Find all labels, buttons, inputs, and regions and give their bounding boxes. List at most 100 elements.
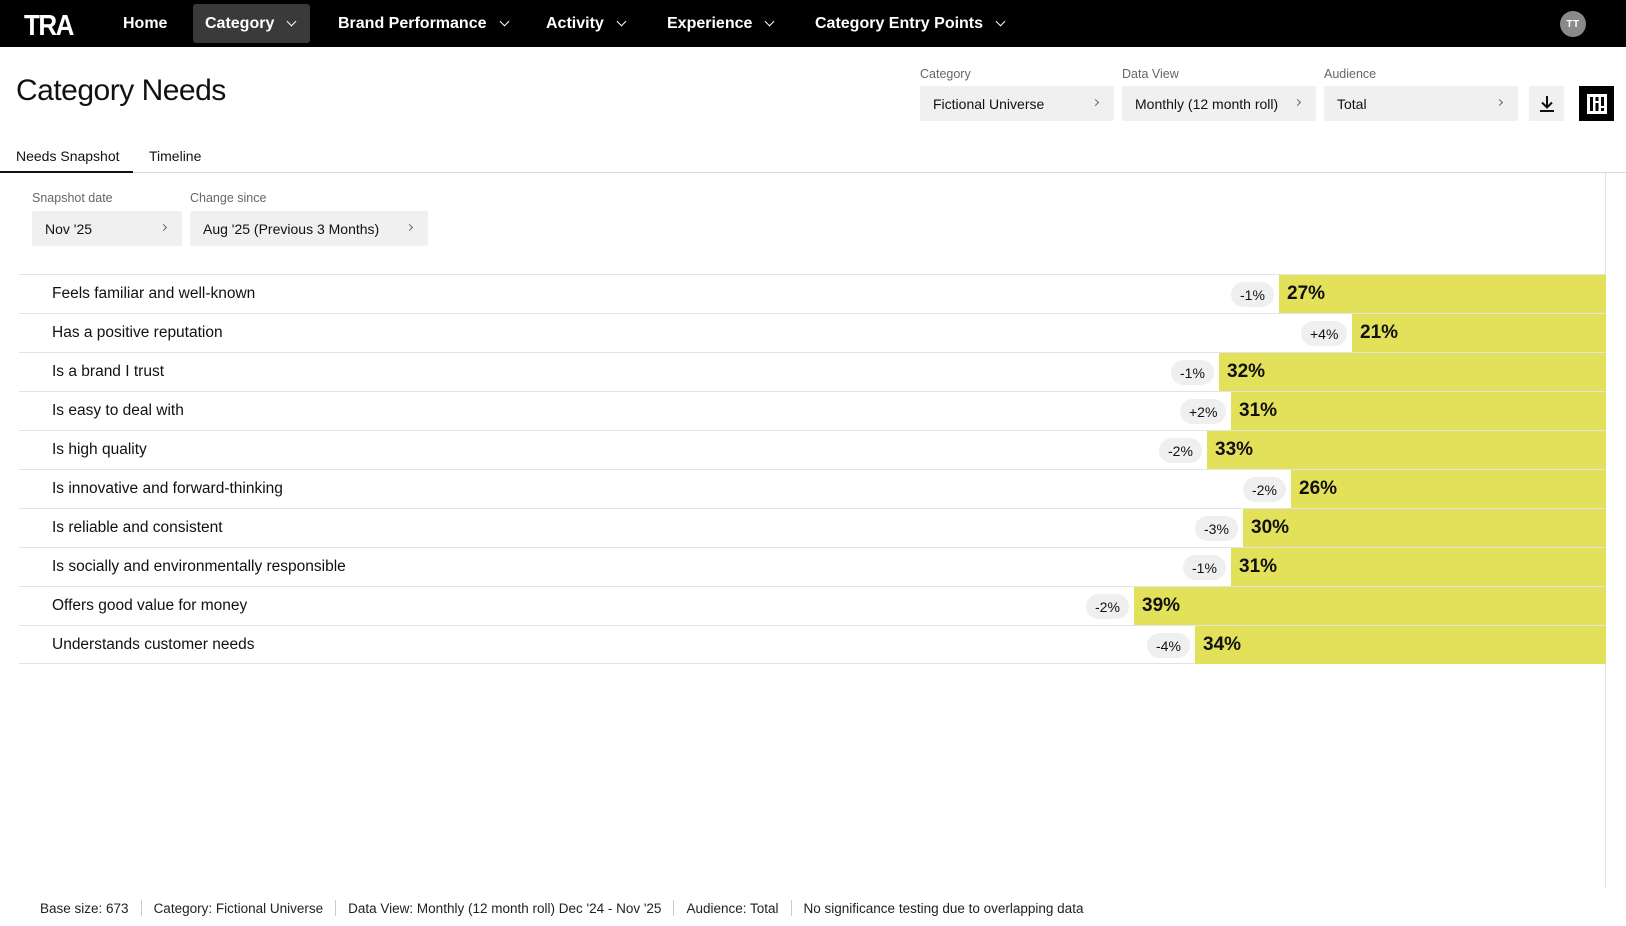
chevron-right-icon xyxy=(1495,98,1504,107)
need-row: Understands customer needs -4% 34% xyxy=(19,625,1606,664)
need-row: Is socially and environmentally responsi… xyxy=(19,547,1606,586)
change-badge: -1% xyxy=(1171,360,1214,385)
footer-note: No significance testing due to overlappi… xyxy=(803,900,1084,916)
change-since-label: Change since xyxy=(190,191,267,205)
need-row: Is high quality -2% 33% xyxy=(19,430,1606,469)
need-row: Offers good value for money -2% 39% xyxy=(19,586,1606,625)
nav-item-category-entry-points[interactable]: Category Entry Points xyxy=(803,4,1016,43)
chevron-down-icon xyxy=(616,16,627,27)
page-title: Category Needs xyxy=(16,74,226,107)
footer-data-view: Data View: Monthly (12 month roll) Dec '… xyxy=(348,900,662,916)
snapshot-date-label: Snapshot date xyxy=(32,191,113,205)
need-value: 26% xyxy=(1299,478,1338,499)
footer-info: Base size: 673 Category: Fictional Unive… xyxy=(40,900,1083,916)
footer-audience: Audience: Total xyxy=(686,900,779,916)
change-badge: -3% xyxy=(1195,516,1238,541)
need-label: Understands customer needs xyxy=(52,636,255,653)
chevron-right-icon xyxy=(1091,98,1100,107)
nav-item-label: Category xyxy=(205,14,275,32)
footer-category: Category: Fictional Universe xyxy=(153,900,324,916)
chevron-right-icon xyxy=(1293,98,1302,107)
need-value: 31% xyxy=(1239,556,1278,577)
need-label: Is reliable and consistent xyxy=(52,519,223,536)
nav-item-label: Activity xyxy=(546,14,604,32)
need-value: 31% xyxy=(1239,400,1278,421)
change-badge: -2% xyxy=(1243,477,1286,502)
user-avatar[interactable]: TT xyxy=(1560,11,1586,37)
tab-timeline[interactable]: Timeline xyxy=(149,148,201,164)
tabs-divider xyxy=(0,172,1626,173)
download-button[interactable] xyxy=(1529,86,1564,121)
dashboard-menu-button[interactable] xyxy=(1579,86,1614,121)
nav-item-brand-performance[interactable]: Brand Performance xyxy=(326,4,520,43)
top-nav: TRA Home Category Brand Performance Acti… xyxy=(0,0,1626,47)
chevron-down-icon xyxy=(499,16,509,27)
nav-item-label: Experience xyxy=(667,14,753,32)
need-label: Offers good value for money xyxy=(52,597,248,614)
chevron-down-icon xyxy=(286,16,297,27)
need-bar: 30% xyxy=(1243,509,1606,547)
footer-separator xyxy=(335,900,337,916)
snapshot-date-select[interactable]: Nov '25 xyxy=(32,211,182,246)
audience-select[interactable]: Total xyxy=(1324,86,1518,121)
chevron-right-icon xyxy=(405,223,414,232)
need-value: 30% xyxy=(1251,517,1290,538)
need-value: 39% xyxy=(1142,595,1181,616)
change-badge: +4% xyxy=(1301,321,1348,346)
change-badge: +2% xyxy=(1180,399,1227,424)
audience-select-value: Total xyxy=(1337,95,1367,112)
chevron-right-icon xyxy=(159,223,168,232)
data-view-select-value: Monthly (12 month roll) xyxy=(1135,95,1279,112)
need-value: 27% xyxy=(1287,283,1326,304)
chevron-down-icon xyxy=(995,16,1006,27)
need-bar: 34% xyxy=(1195,626,1606,664)
need-label: Is innovative and forward-thinking xyxy=(52,480,283,497)
need-bar: 27% xyxy=(1279,275,1606,313)
need-row: Is easy to deal with +2% 31% xyxy=(19,391,1606,430)
need-bar: 21% xyxy=(1352,314,1606,352)
need-bar: 33% xyxy=(1207,431,1606,469)
data-view-select[interactable]: Monthly (12 month roll) xyxy=(1122,86,1316,121)
change-badge: -2% xyxy=(1159,438,1202,463)
change-badge: -2% xyxy=(1086,594,1129,619)
need-row: Has a positive reputation +4% 21% xyxy=(19,313,1606,352)
change-badge: -1% xyxy=(1183,555,1226,580)
change-since-value: Aug '25 (Previous 3 Months) xyxy=(203,220,380,237)
nav-item-label: Brand Performance xyxy=(338,14,487,32)
need-label: Is high quality xyxy=(52,441,147,458)
need-bar: 39% xyxy=(1134,587,1606,625)
snapshot-date-value: Nov '25 xyxy=(45,220,93,237)
change-badge: -1% xyxy=(1231,282,1274,307)
active-tab-indicator xyxy=(0,171,133,173)
tab-needs-snapshot[interactable]: Needs Snapshot xyxy=(16,148,120,164)
footer-base-size: Base size: 673 xyxy=(40,900,129,916)
download-icon xyxy=(1539,95,1554,112)
category-select[interactable]: Fictional Universe xyxy=(920,86,1114,121)
nav-item-activity[interactable]: Activity xyxy=(534,4,637,43)
dashboard-icon xyxy=(1586,93,1607,114)
audience-filter-label: Audience xyxy=(1324,67,1377,81)
chevron-down-icon xyxy=(764,16,775,27)
nav-item-category[interactable]: Category xyxy=(193,4,310,43)
need-bar: 31% xyxy=(1231,548,1606,586)
need-row: Is innovative and forward-thinking -2% 2… xyxy=(19,469,1606,508)
category-filter-label: Category xyxy=(920,67,971,81)
footer-separator xyxy=(140,900,142,916)
need-row: Feels familiar and well-known -1% 27% xyxy=(19,274,1606,313)
footer-separator xyxy=(673,900,675,916)
change-badge: -4% xyxy=(1147,633,1190,658)
need-bar: 32% xyxy=(1219,353,1606,391)
need-label: Is socially and environmentally responsi… xyxy=(52,558,346,575)
need-label: Has a positive reputation xyxy=(52,324,223,341)
need-row: Is reliable and consistent -3% 30% xyxy=(19,508,1606,547)
change-since-select[interactable]: Aug '25 (Previous 3 Months) xyxy=(190,211,428,246)
need-value: 33% xyxy=(1215,439,1254,460)
need-value: 32% xyxy=(1227,361,1266,382)
need-bar: 31% xyxy=(1231,392,1606,430)
nav-item-home[interactable]: Home xyxy=(111,4,179,43)
need-label: Feels familiar and well-known xyxy=(52,285,256,302)
need-label: Is easy to deal with xyxy=(52,402,184,419)
tra-logo[interactable]: TRA xyxy=(24,8,74,42)
need-value: 34% xyxy=(1203,634,1242,655)
nav-item-experience[interactable]: Experience xyxy=(655,4,785,43)
